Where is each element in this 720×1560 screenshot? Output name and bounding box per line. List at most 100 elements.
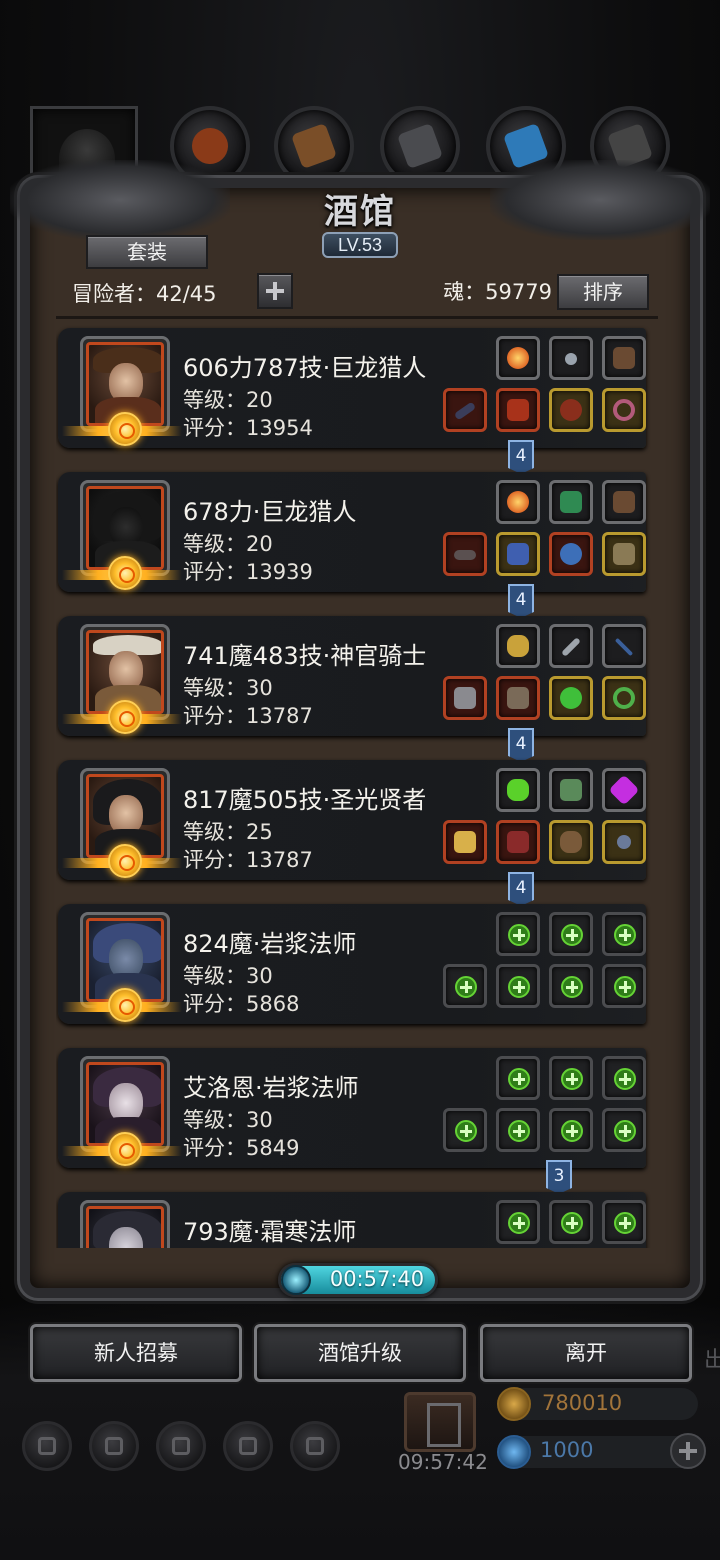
add-icon [508, 976, 530, 998]
add-icon [561, 1212, 583, 1234]
clock-icon [281, 1265, 311, 1295]
equip-slot-helmet[interactable] [549, 532, 593, 576]
equip-slot-emerald[interactable] [549, 676, 593, 720]
achievement-button[interactable] [89, 1421, 139, 1471]
equip-slot-hammer[interactable] [443, 820, 487, 864]
settings-button[interactable] [22, 1421, 72, 1471]
empty-slot-add[interactable] [549, 964, 593, 1008]
equip-slot-glove[interactable] [602, 480, 646, 524]
equip-slot-ring[interactable] [602, 388, 646, 432]
equip-slot-helmet[interactable] [549, 388, 593, 432]
mace-icon [454, 687, 476, 709]
banner-icon [172, 1437, 190, 1455]
empty-slot-add[interactable] [602, 1056, 646, 1100]
hero-card[interactable]: 817魔505技·圣光贤者 等级：25 评分：13787 [58, 760, 646, 880]
empty-slot-add[interactable] [602, 1108, 646, 1152]
hero-card[interactable]: 793魔·霜寒法师 [58, 1192, 646, 1248]
equip-slot-amulet[interactable] [549, 336, 593, 380]
map-icon [306, 1437, 324, 1455]
helmet-icon [560, 399, 582, 421]
equip-slot-green-crystal[interactable] [496, 768, 540, 812]
recruit-button[interactable]: 新人招募 [30, 1324, 242, 1382]
hero-portrait[interactable] [80, 1200, 170, 1248]
equip-slot-fire-orb[interactable] [496, 480, 540, 524]
empty-slot-add[interactable] [602, 912, 646, 956]
hero-card[interactable]: 606力787技·巨龙猎人 等级：20 评分：13954 [58, 328, 646, 448]
add-icon [455, 1120, 477, 1142]
equip-slot-glove[interactable] [602, 336, 646, 380]
leaf-icon [560, 779, 582, 801]
equip-slot-leaf[interactable] [549, 768, 593, 812]
equip-slot-purple-gem[interactable] [602, 768, 646, 812]
hero-level: 等级：30 [183, 1108, 273, 1132]
hero-card[interactable]: 824魔·岩浆法师 等级：30 评分：5868 [58, 904, 646, 1024]
mask-icon [560, 831, 582, 853]
empty-slot-add[interactable] [549, 1108, 593, 1152]
hero-level: 等级：30 [183, 964, 273, 988]
equip-slot-bracer[interactable] [602, 532, 646, 576]
ring-icon [613, 399, 635, 421]
add-icon [508, 924, 530, 946]
soul-count: 魂：59779 [443, 280, 552, 304]
empty-slot-add[interactable] [496, 912, 540, 956]
header-divider [56, 316, 658, 319]
empty-slot-add[interactable] [602, 964, 646, 1008]
hero-name: 824魔·岩浆法师 [183, 930, 357, 958]
hero-score: 评分：13787 [183, 704, 313, 728]
hero-score: 评分：5868 [183, 992, 300, 1016]
equip-slot-armor[interactable] [496, 532, 540, 576]
empty-slot-add[interactable] [443, 964, 487, 1008]
guild-button[interactable] [156, 1421, 206, 1471]
equip-slot-golden-mask[interactable] [496, 624, 540, 668]
equip-slot-dragon-amulet[interactable] [549, 480, 593, 524]
hero-level: 等级：20 [183, 532, 273, 556]
link-count-badge: 4 [508, 440, 534, 474]
equip-slot-pendant[interactable] [602, 820, 646, 864]
hero-name: 817魔505技·圣光贤者 [183, 786, 427, 814]
gold-amount: 780010 [542, 1391, 623, 1415]
sort-button[interactable]: 排序 [557, 274, 649, 310]
fire-orb-icon [507, 347, 529, 369]
upgrade-tavern-button[interactable]: 酒馆升级 [254, 1324, 466, 1382]
empty-slot-add[interactable] [496, 1108, 540, 1152]
equip-slot-weapon[interactable] [443, 388, 487, 432]
equip-slot-mask[interactable] [549, 820, 593, 864]
add-adventurer-button[interactable] [257, 273, 293, 309]
empty-slot-add[interactable] [549, 912, 593, 956]
suit-button[interactable]: 套装 [86, 235, 208, 269]
equip-slot-fire-orb[interactable] [496, 336, 540, 380]
leave-button[interactable]: 离开 [480, 1324, 692, 1382]
bracer-icon [613, 543, 635, 565]
empty-slot-add[interactable] [549, 1056, 593, 1100]
equip-slot-dagger[interactable] [549, 624, 593, 668]
equip-slot-armor[interactable] [496, 676, 540, 720]
gift-box-button[interactable] [404, 1392, 476, 1452]
empty-slot-add[interactable] [496, 1200, 540, 1244]
category-tab-wood[interactable] [274, 106, 354, 186]
empty-slot-add[interactable] [549, 1200, 593, 1244]
map-button[interactable] [290, 1421, 340, 1471]
hero-list[interactable]: 606力787技·巨龙猎人 等级：20 评分：13954 4 678力·巨龙猎人… [56, 322, 658, 1248]
add-gem-button[interactable] [670, 1433, 706, 1469]
add-icon [614, 976, 636, 998]
hero-card[interactable]: 678力·巨龙猎人 等级：20 评分：13939 [58, 472, 646, 592]
empty-slot-add[interactable] [602, 1200, 646, 1244]
empty-slot-add[interactable] [496, 1056, 540, 1100]
empty-slot-add[interactable] [443, 1108, 487, 1152]
equip-slot-weapon[interactable] [443, 532, 487, 576]
equip-slot-robe[interactable] [496, 820, 540, 864]
hero-card[interactable]: 741魔483技·神官骑士 等级：30 评分：13787 [58, 616, 646, 736]
add-icon [561, 976, 583, 998]
pendant-icon [617, 835, 631, 849]
category-tab-metal[interactable] [380, 106, 460, 186]
equip-slot-ring[interactable] [602, 676, 646, 720]
rank-medal-icon [108, 700, 142, 734]
equip-slot-wand[interactable] [602, 624, 646, 668]
hero-level: 等级：20 [183, 388, 273, 412]
mail-button[interactable] [223, 1421, 273, 1471]
empty-slot-add[interactable] [496, 964, 540, 1008]
side-edge-label: 出 [704, 1348, 720, 1373]
hero-card[interactable]: 艾洛恩·岩浆法师 等级：30 评分：5849 [58, 1048, 646, 1168]
equip-slot-armor[interactable] [496, 388, 540, 432]
equip-slot-mace[interactable] [443, 676, 487, 720]
